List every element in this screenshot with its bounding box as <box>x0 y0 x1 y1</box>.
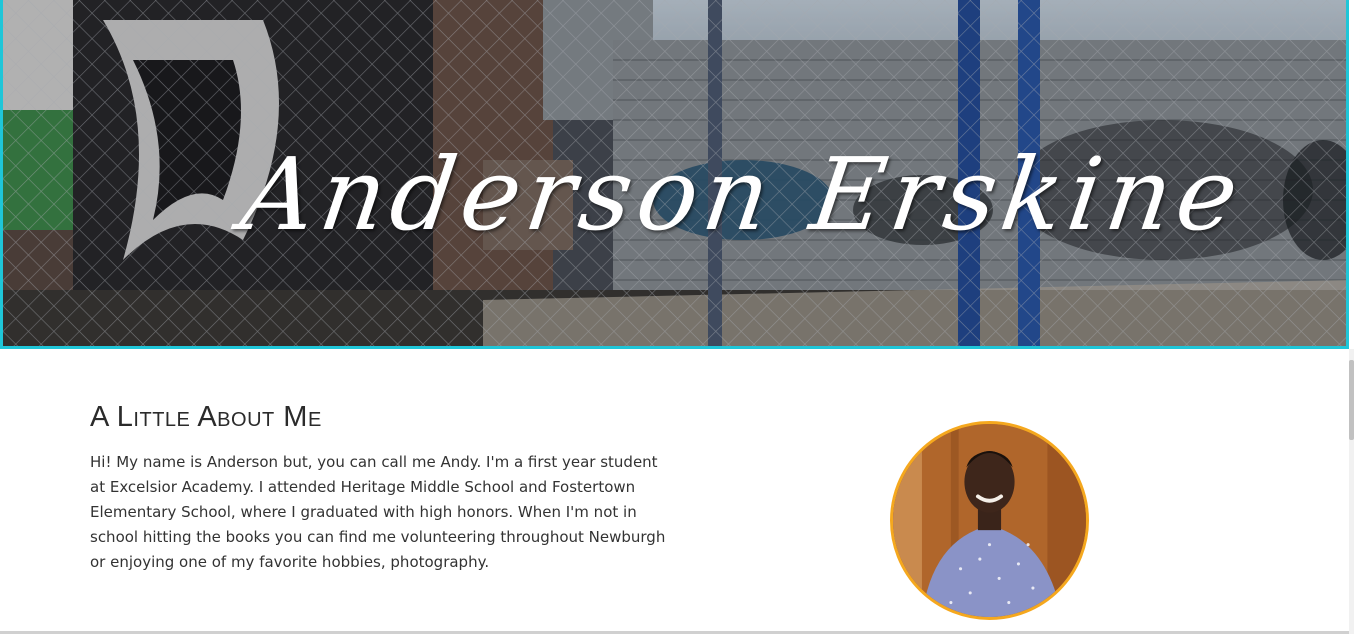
profile-photo <box>890 421 1089 620</box>
hero-banner: Anderson Erskine <box>0 0 1349 349</box>
site-title: Anderson Erskine <box>234 136 1251 253</box>
portrait-image <box>893 424 1086 617</box>
page: Anderson Erskine A Little About Me Hi! M… <box>0 0 1354 634</box>
about-heading: A Little About Me <box>90 401 322 433</box>
scrollbar-thumb[interactable] <box>1349 360 1354 440</box>
about-paragraph: Hi! My name is Anderson but, you can cal… <box>90 453 666 571</box>
